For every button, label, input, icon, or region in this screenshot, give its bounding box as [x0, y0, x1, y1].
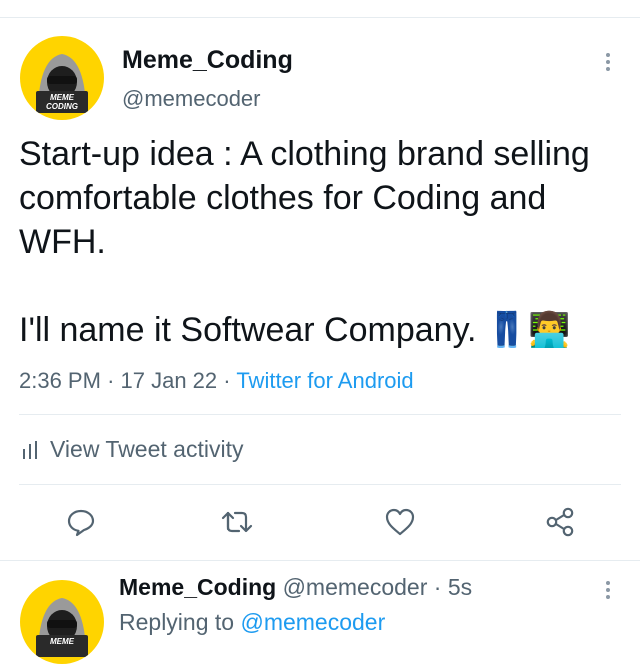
reply-icon — [67, 509, 95, 537]
view-tweet-activity-button[interactable]: View Tweet activity — [22, 436, 243, 463]
reply-separator: · — [433, 574, 442, 600]
replying-to-label: Replying to — [119, 609, 235, 635]
reply-author-name[interactable]: Meme_Coding — [119, 574, 276, 600]
tweet-time: 2:36 PM — [19, 368, 101, 393]
reply-header: Meme_Coding @memecoder · 5s — [119, 574, 472, 601]
reply-avatar-label-line1: MEME — [50, 637, 75, 646]
tweet-date: 17 Jan 22 — [120, 368, 218, 393]
avatar-label-line2: CODING — [46, 102, 78, 111]
replying-to-line: Replying to @memecoder — [119, 609, 385, 636]
tweet-text: Start-up idea : A clothing brand selling… — [19, 135, 590, 349]
avatar[interactable]: MEME CODING — [20, 36, 104, 120]
reply-button[interactable] — [63, 504, 99, 540]
tweet-source-link[interactable]: Twitter for Android — [236, 368, 413, 393]
like-button[interactable] — [382, 504, 418, 540]
reply-more-options-icon[interactable] — [605, 581, 611, 602]
view-tweet-activity-label: View Tweet activity — [50, 436, 244, 462]
retweet-button[interactable] — [219, 504, 255, 540]
share-icon — [546, 507, 574, 537]
tweet-meta: 2:36 PM · 17 Jan 22 · Twitter for Androi… — [19, 368, 414, 394]
more-options-icon[interactable] — [605, 53, 611, 74]
reply-time: 5s — [447, 574, 473, 600]
meta-separator: · — [223, 368, 231, 393]
avatar-label-line1: MEME — [50, 93, 75, 102]
meta-separator: · — [107, 368, 115, 393]
replying-to-mention[interactable]: @memecoder — [240, 609, 385, 635]
analytics-icon — [23, 440, 37, 459]
like-icon — [385, 508, 415, 536]
author-handle[interactable]: @memecoder — [122, 86, 261, 112]
section-divider — [0, 560, 640, 561]
reply-avatar[interactable]: MEME — [20, 580, 104, 664]
divider — [19, 484, 621, 485]
author-name[interactable]: Meme_Coding — [122, 46, 293, 75]
share-button[interactable] — [542, 504, 578, 540]
retweet-icon — [221, 511, 253, 533]
top-divider — [0, 17, 640, 18]
reply-author-handle[interactable]: @memecoder — [283, 574, 428, 600]
divider — [19, 414, 621, 415]
